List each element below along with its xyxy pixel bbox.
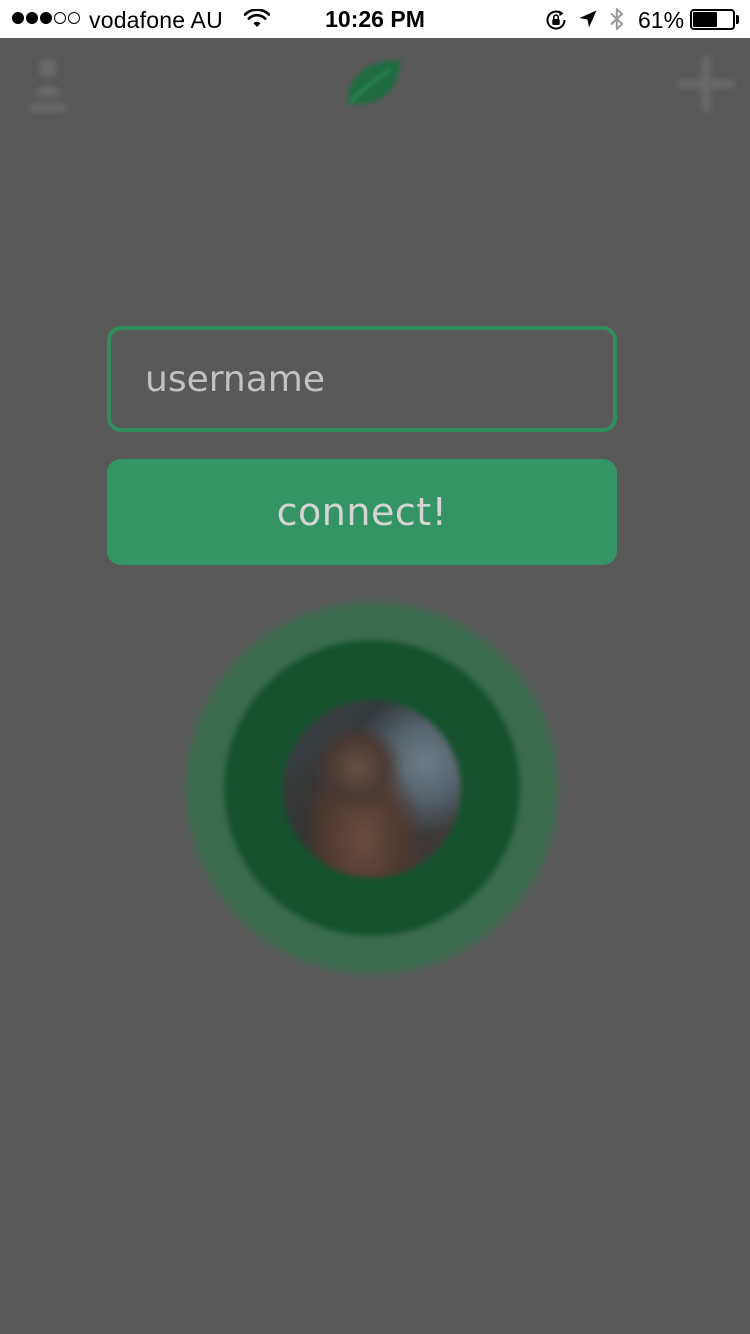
bluetooth-icon bbox=[610, 8, 623, 30]
add-icon[interactable] bbox=[674, 52, 738, 116]
app-header bbox=[0, 38, 750, 138]
avatar[interactable] bbox=[283, 700, 461, 878]
profile-icon[interactable] bbox=[22, 52, 74, 116]
battery-tip bbox=[736, 15, 739, 24]
battery-icon bbox=[690, 9, 740, 30]
leaf-logo-icon bbox=[347, 60, 400, 105]
status-bar: vodafone AU 10:26 PM 61% bbox=[0, 0, 750, 38]
location-icon bbox=[579, 10, 597, 28]
lock-rotation-icon bbox=[546, 10, 566, 30]
battery-percentage: 61% bbox=[638, 7, 685, 33]
battery-level-fill bbox=[693, 12, 717, 27]
connect-button[interactable]: connect! bbox=[107, 459, 617, 565]
username-input[interactable] bbox=[107, 326, 617, 432]
